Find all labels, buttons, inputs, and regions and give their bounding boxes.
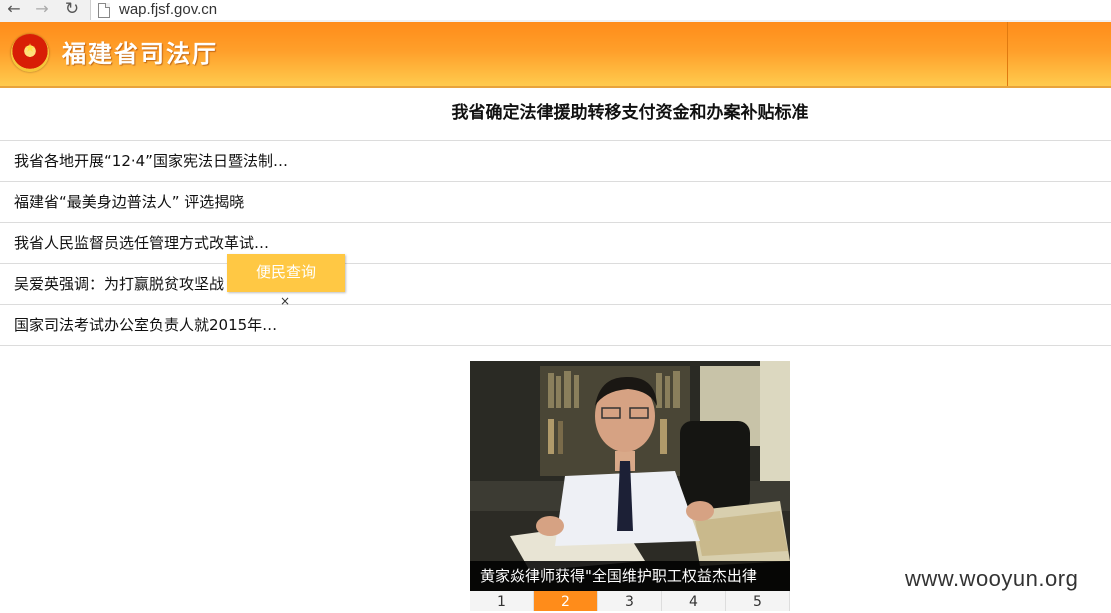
image-carousel[interactable]: 黄家焱律师获得"全国维护职工权益杰出律 1 2 3 4 5 (470, 361, 790, 611)
list-item[interactable]: 我省人民监督员选任管理方式改革试… (0, 223, 1111, 264)
carousel-photo[interactable] (470, 361, 790, 591)
browser-toolbar: ← → ↻ wap.fjsf.gov.cn (0, 0, 1111, 23)
pager-button-3[interactable]: 3 (598, 591, 662, 611)
convenience-query-button[interactable]: 便民查询 (227, 254, 345, 292)
news-link[interactable]: 我省各地开展“12·4”国家宪法日暨法制… (14, 150, 288, 172)
list-item[interactable]: 我省各地开展“12·4”国家宪法日暨法制… (0, 141, 1111, 182)
pager-button-4[interactable]: 4 (662, 591, 726, 611)
star-icon: ★ (24, 41, 36, 55)
list-item[interactable]: 吴爱英强调：为打赢脱贫攻坚战 (0, 264, 1111, 305)
header-divider (1007, 22, 1008, 86)
news-link[interactable]: 我省人民监督员选任管理方式改革试… (14, 232, 269, 254)
lawyer-photo (470, 361, 790, 591)
pager-button-1[interactable]: 1 (470, 591, 534, 611)
headline-title[interactable]: 我省确定法律援助转移支付资金和办案补贴标准 (260, 100, 1000, 126)
news-link[interactable]: 福建省“最美身边普法人” 评选揭晓 (14, 191, 244, 213)
news-link[interactable]: 国家司法考试办公室负责人就2015年… (14, 314, 277, 336)
national-emblem-icon: ★ (11, 34, 49, 72)
carousel-caption[interactable]: 黄家焱律师获得"全国维护职工权益杰出律 (470, 561, 790, 591)
headline-row[interactable]: 我省确定法律援助转移支付资金和办案补贴标准 (0, 88, 1111, 141)
pager-button-5[interactable]: 5 (726, 591, 790, 611)
news-link[interactable]: 吴爱英强调：为打赢脱贫攻坚战 (14, 273, 224, 295)
watermark-text: www.wooyun.org (905, 566, 1079, 591)
url-text[interactable]: wap.fjsf.gov.cn (119, 0, 217, 20)
list-item[interactable]: 国家司法考试办公室负责人就2015年… (0, 305, 1111, 346)
address-bar[interactable]: wap.fjsf.gov.cn (90, 0, 1111, 20)
site-title[interactable]: 福建省司法厅 (62, 38, 218, 70)
arrow-left-icon[interactable]: ← (4, 0, 24, 20)
site-header: ★ 福建省司法厅 (0, 22, 1111, 88)
arrow-right-icon[interactable]: → (32, 0, 52, 20)
carousel-pager: 1 2 3 4 5 (470, 591, 790, 611)
page-icon (98, 3, 110, 18)
close-icon[interactable]: × (280, 294, 290, 308)
reload-icon[interactable]: ↻ (62, 0, 82, 20)
list-item[interactable]: 福建省“最美身边普法人” 评选揭晓 (0, 182, 1111, 223)
news-list: 我省各地开展“12·4”国家宪法日暨法制… 福建省“最美身边普法人” 评选揭晓 … (0, 141, 1111, 346)
pager-button-2[interactable]: 2 (534, 591, 598, 611)
